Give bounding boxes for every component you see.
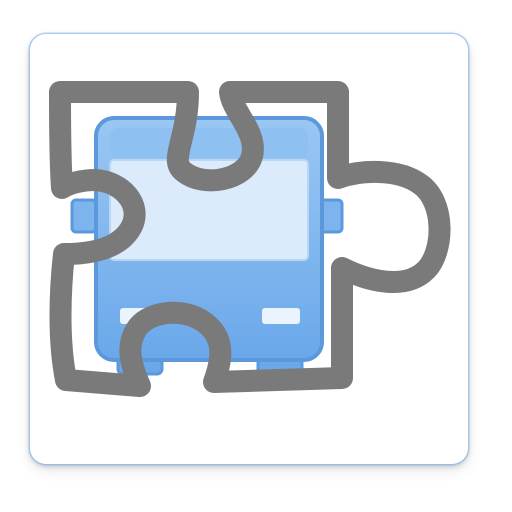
- bus-roof: [110, 128, 308, 158]
- bus-mirror-left: [70, 198, 98, 234]
- bus-puzzle-piece-icon: [49, 81, 451, 397]
- icon-stage: [0, 0, 512, 512]
- bus-headlight-right: [262, 308, 300, 324]
